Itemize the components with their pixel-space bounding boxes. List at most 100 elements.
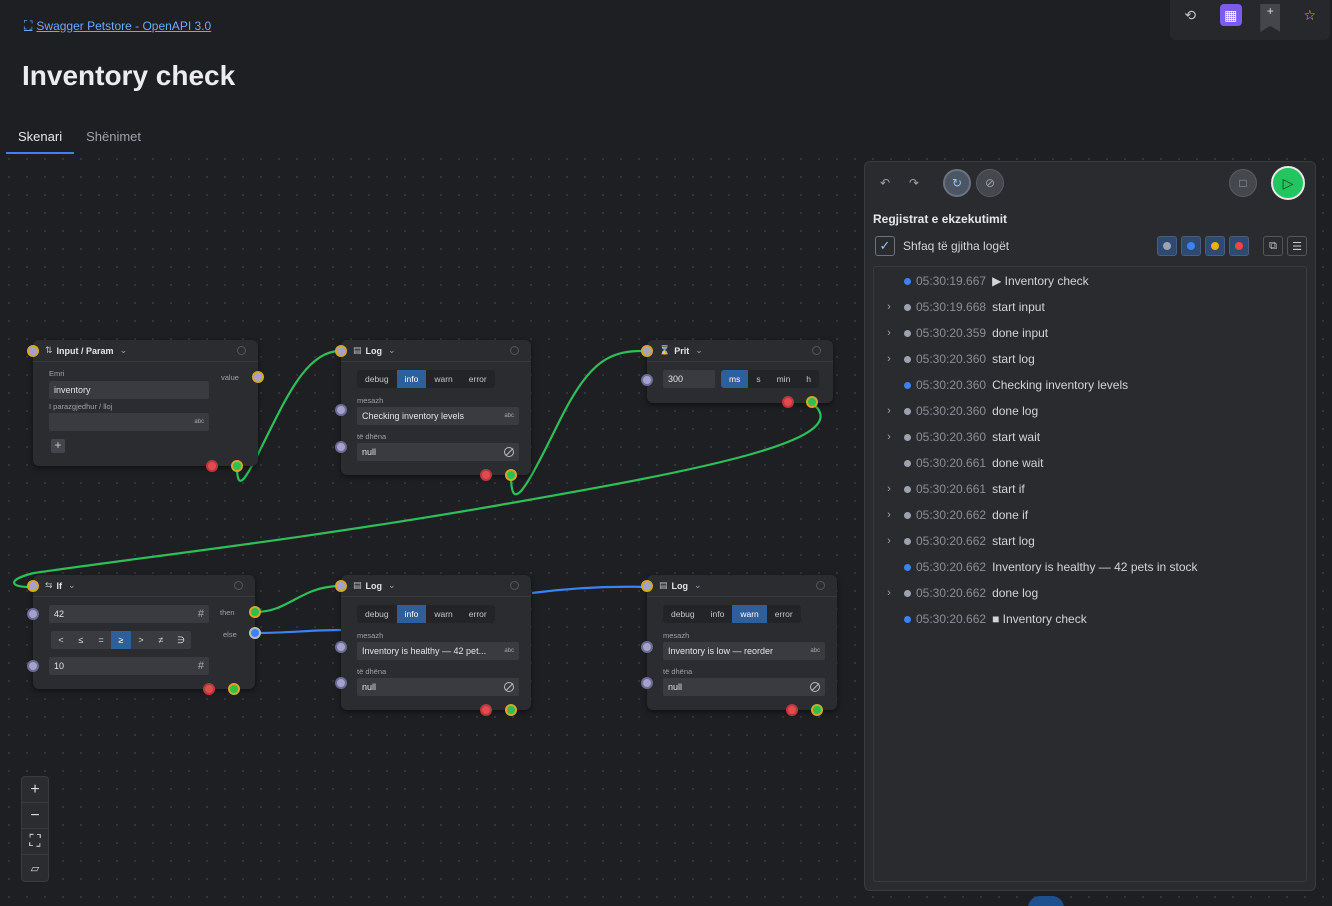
node-log-1-header[interactable]: ▤ Log ⌄ (341, 340, 531, 362)
log2-next-port[interactable] (505, 704, 517, 716)
log2-in-port[interactable] (335, 580, 347, 592)
log2-message-port[interactable] (335, 641, 347, 653)
input-in-port[interactable] (27, 345, 39, 357)
log1-message-port[interactable] (335, 404, 347, 416)
log-entry[interactable]: › 05:30:20.661 start if (874, 476, 1025, 502)
op-le[interactable]: ≤ (71, 631, 91, 649)
data-input[interactable]: null (357, 678, 519, 696)
if-error-port[interactable] (203, 683, 215, 695)
chevron-right-icon[interactable]: › (874, 327, 904, 339)
chevron-right-icon[interactable]: › (874, 431, 904, 443)
name-input[interactable]: inventory (49, 381, 209, 399)
wait-next-port[interactable] (806, 396, 818, 408)
level-info[interactable]: info (396, 370, 427, 388)
unit-s[interactable]: s (748, 370, 768, 388)
message-input[interactable]: Checking inventory levels abc (357, 407, 519, 425)
copy-icon[interactable]: ⧉ (1263, 236, 1283, 256)
log1-next-port[interactable] (505, 469, 517, 481)
chevron-right-icon[interactable]: › (874, 587, 904, 599)
if-right-port[interactable] (27, 660, 39, 672)
unit-h[interactable]: h (798, 370, 819, 388)
if-else-port[interactable] (249, 627, 261, 639)
duration-input[interactable]: 300 (663, 370, 715, 388)
node-input[interactable]: ⇅ Input / Param ⌄ Emri value inventory I… (33, 340, 258, 466)
data-input[interactable]: null (663, 678, 825, 696)
step-mode-icon[interactable]: ↻ (943, 169, 971, 197)
op-eq[interactable]: = (91, 631, 111, 649)
unit-ms[interactable]: ms (721, 370, 749, 388)
star-icon[interactable]: ☆ (1299, 4, 1321, 26)
level-info[interactable]: info (396, 605, 427, 623)
operator-selector[interactable]: < ≤ = ≥ > ≠ ∋ (51, 631, 191, 649)
level-debug[interactable]: debug (357, 605, 397, 623)
default-input[interactable]: abc (49, 413, 209, 431)
history-icon[interactable]: ⟲ (1179, 4, 1201, 26)
if-left-port[interactable] (27, 608, 39, 620)
log-entry[interactable]: › 05:30:20.662 done if (874, 502, 1028, 528)
clear-icon[interactable]: ☰ (1287, 236, 1307, 256)
log-entry[interactable]: › 05:30:20.360 start wait (874, 424, 1040, 450)
zoom-in-icon[interactable]: + (22, 777, 48, 803)
fit-icon[interactable]: ⛶ (22, 829, 48, 855)
log-entry[interactable]: › 05:30:20.662 done log (874, 580, 1038, 606)
level-error[interactable]: error (461, 605, 495, 623)
node-input-header[interactable]: ⇅ Input / Param ⌄ (33, 340, 258, 362)
chevron-right-icon[interactable]: › (874, 353, 904, 365)
node-wait[interactable]: ⌛ Prit ⌄ 300 ms s min h (647, 340, 833, 403)
api-link-text[interactable]: Swagger Petstore - OpenAPI 3.0 (36, 19, 211, 33)
wait-in-port[interactable] (641, 345, 653, 357)
log3-next-port[interactable] (811, 704, 823, 716)
bookmark-icon[interactable]: + (1260, 4, 1281, 32)
calculator-icon[interactable]: ▦ (1219, 4, 1242, 26)
log3-message-port[interactable] (641, 641, 653, 653)
node-log-3-header[interactable]: ▤ Log ⌄ (647, 575, 837, 597)
log2-data-port[interactable] (335, 677, 347, 689)
chevron-down-icon[interactable]: ⌄ (694, 580, 702, 591)
filter-warn[interactable] (1205, 236, 1225, 256)
node-wait-header[interactable]: ⌛ Prit ⌄ (647, 340, 833, 362)
log1-in-port[interactable] (335, 345, 347, 357)
node-log-1[interactable]: ▤ Log ⌄ debug info warn error mesazh Che… (341, 340, 531, 475)
chevron-down-icon[interactable]: ⌄ (388, 345, 396, 356)
log2-error-port[interactable] (480, 704, 492, 716)
play-icon[interactable]: ▷ (1271, 166, 1305, 200)
filter-error[interactable] (1229, 236, 1249, 256)
node-if[interactable]: ⇆ If ⌄ 42 # then else < ≤ = ≥ > ≠ ∋ 10 # (33, 575, 255, 689)
chevron-right-icon[interactable]: › (874, 535, 904, 547)
api-link[interactable]: ⛶ Swagger Petstore - OpenAPI 3.0 (24, 18, 211, 33)
node-if-header[interactable]: ⇆ If ⌄ (33, 575, 255, 597)
tab-notes[interactable]: Shënimet (74, 126, 153, 154)
log3-data-port[interactable] (641, 677, 653, 689)
level-selector[interactable]: debug info warn error (357, 370, 495, 388)
level-debug[interactable]: debug (357, 370, 397, 388)
log1-error-port[interactable] (480, 469, 492, 481)
op-ne[interactable]: ≠ (151, 631, 171, 649)
wait-duration-port[interactable] (641, 374, 653, 386)
message-input[interactable]: Inventory is low — reorder abc (663, 642, 825, 660)
chevron-right-icon[interactable]: › (874, 509, 904, 521)
level-selector[interactable]: debug info warn error (357, 605, 495, 623)
level-info[interactable]: info (703, 605, 733, 623)
chevron-down-icon[interactable]: ⌄ (388, 580, 396, 591)
unit-min[interactable]: min (769, 370, 799, 388)
level-warn[interactable]: warn (732, 605, 767, 623)
op-lt[interactable]: < (51, 631, 71, 649)
op-contains[interactable]: ∋ (171, 631, 191, 649)
filter-info[interactable] (1181, 236, 1201, 256)
chevron-right-icon[interactable]: › (874, 301, 904, 313)
redo-icon[interactable]: ↷ (900, 169, 928, 197)
zoom-out-icon[interactable]: − (22, 803, 48, 829)
stop-icon[interactable]: □ (1229, 169, 1257, 197)
if-next-port[interactable] (228, 683, 240, 695)
if-then-port[interactable] (249, 606, 261, 618)
input-error-port[interactable] (206, 460, 218, 472)
node-log-2[interactable]: ▤ Log ⌄ debug info warn error mesazh Inv… (341, 575, 531, 710)
op-gt[interactable]: > (131, 631, 151, 649)
undo-icon[interactable]: ↶ (871, 169, 899, 197)
chevron-down-icon[interactable]: ⌄ (68, 580, 76, 591)
log3-in-port[interactable] (641, 580, 653, 592)
show-all-checkbox[interactable]: ✓ (875, 236, 895, 256)
level-warn[interactable]: warn (426, 370, 460, 388)
log1-data-port[interactable] (335, 441, 347, 453)
node-log-3[interactable]: ▤ Log ⌄ debug info warn error mesazh Inv… (647, 575, 837, 710)
